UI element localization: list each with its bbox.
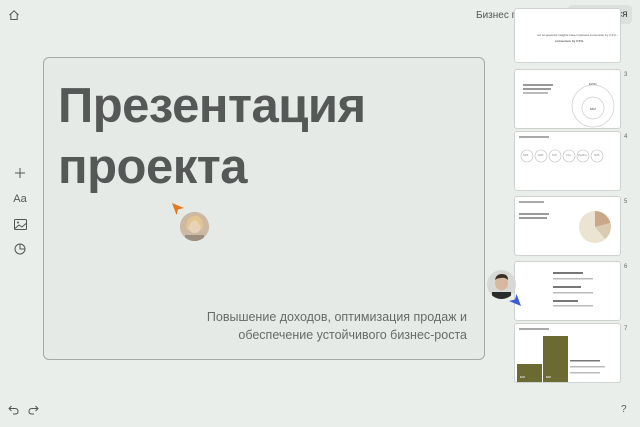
image-icon: [13, 218, 27, 230]
chart-icon: [14, 243, 26, 255]
slide-number: 5: [624, 199, 628, 205]
slide-subtitle[interactable]: Повышение доходов, оптимизация продаж и …: [137, 308, 467, 344]
thumb-text: our AI-powered insights have improved co…: [537, 33, 619, 37]
collaborator-cursor-blue-icon: [509, 294, 521, 306]
slide-title-line1: Презентация: [58, 79, 366, 133]
slide-thumbnails-panel[interactable]: our AI-powered insights have improved co…: [514, 0, 622, 427]
slide-thumbnail[interactable]: $15M $8M: [514, 69, 621, 129]
thumb-text: conversion by 0.5%.: [555, 39, 584, 43]
collaborator-avatar-woman: [180, 212, 209, 241]
chart-tool-button[interactable]: [10, 240, 30, 258]
add-button[interactable]: [10, 164, 30, 182]
slide-number: 4: [624, 134, 628, 140]
image-tool-button[interactable]: [10, 215, 30, 233]
collaborator-cursor-orange-icon: [172, 203, 184, 215]
thumb-value: $8M: [590, 107, 596, 111]
home-button[interactable]: [6, 7, 22, 23]
slide-number: 7: [624, 326, 628, 332]
text-icon: Aa: [13, 193, 27, 205]
plus-icon: [15, 168, 25, 178]
thumb-label: Pipeline: [578, 154, 587, 157]
slide-title-line2: проекта: [58, 140, 247, 194]
redo-icon: [27, 405, 39, 415]
redo-button[interactable]: [26, 403, 40, 417]
slide-thumbnail[interactable]: [514, 196, 621, 256]
slide-thumbnail[interactable]: [514, 261, 621, 321]
thumb-label: NDS: [523, 154, 529, 157]
home-icon: [9, 10, 19, 20]
slide-thumbnail[interactable]: our AI-powered insights have improved co…: [514, 8, 621, 63]
thumb-label: TAS: [552, 154, 557, 157]
main-slide[interactable]: Презентация проекта Повышение доходов, о…: [43, 57, 485, 360]
thumb-label: $8M: [546, 376, 551, 379]
thumb-value: $15M: [589, 82, 597, 86]
help-button[interactable]: ?: [621, 404, 627, 415]
undo-icon: [7, 405, 19, 415]
slide-title[interactable]: Презентация проекта: [58, 76, 478, 198]
slide-subtitle-line2: обеспечение устойчивого бизнес-роста: [238, 328, 467, 342]
text-tool-button[interactable]: Aa: [10, 190, 30, 208]
slide-subtitle-line1: Повышение доходов, оптимизация продаж и: [206, 310, 467, 324]
slide-number: 3: [624, 72, 628, 78]
slide-thumbnail[interactable]: $2M $8M: [514, 323, 621, 383]
thumb-label: SMS: [594, 154, 600, 157]
slide-number: 6: [624, 264, 628, 270]
slide-thumbnail[interactable]: NDS ARR TAS CAC Pipeline SMS: [514, 131, 621, 191]
thumb-label: $2M: [520, 376, 525, 379]
thumb-label: ARR: [538, 154, 544, 157]
undo-button[interactable]: [6, 403, 20, 417]
thumb-label: CAC: [566, 154, 572, 157]
